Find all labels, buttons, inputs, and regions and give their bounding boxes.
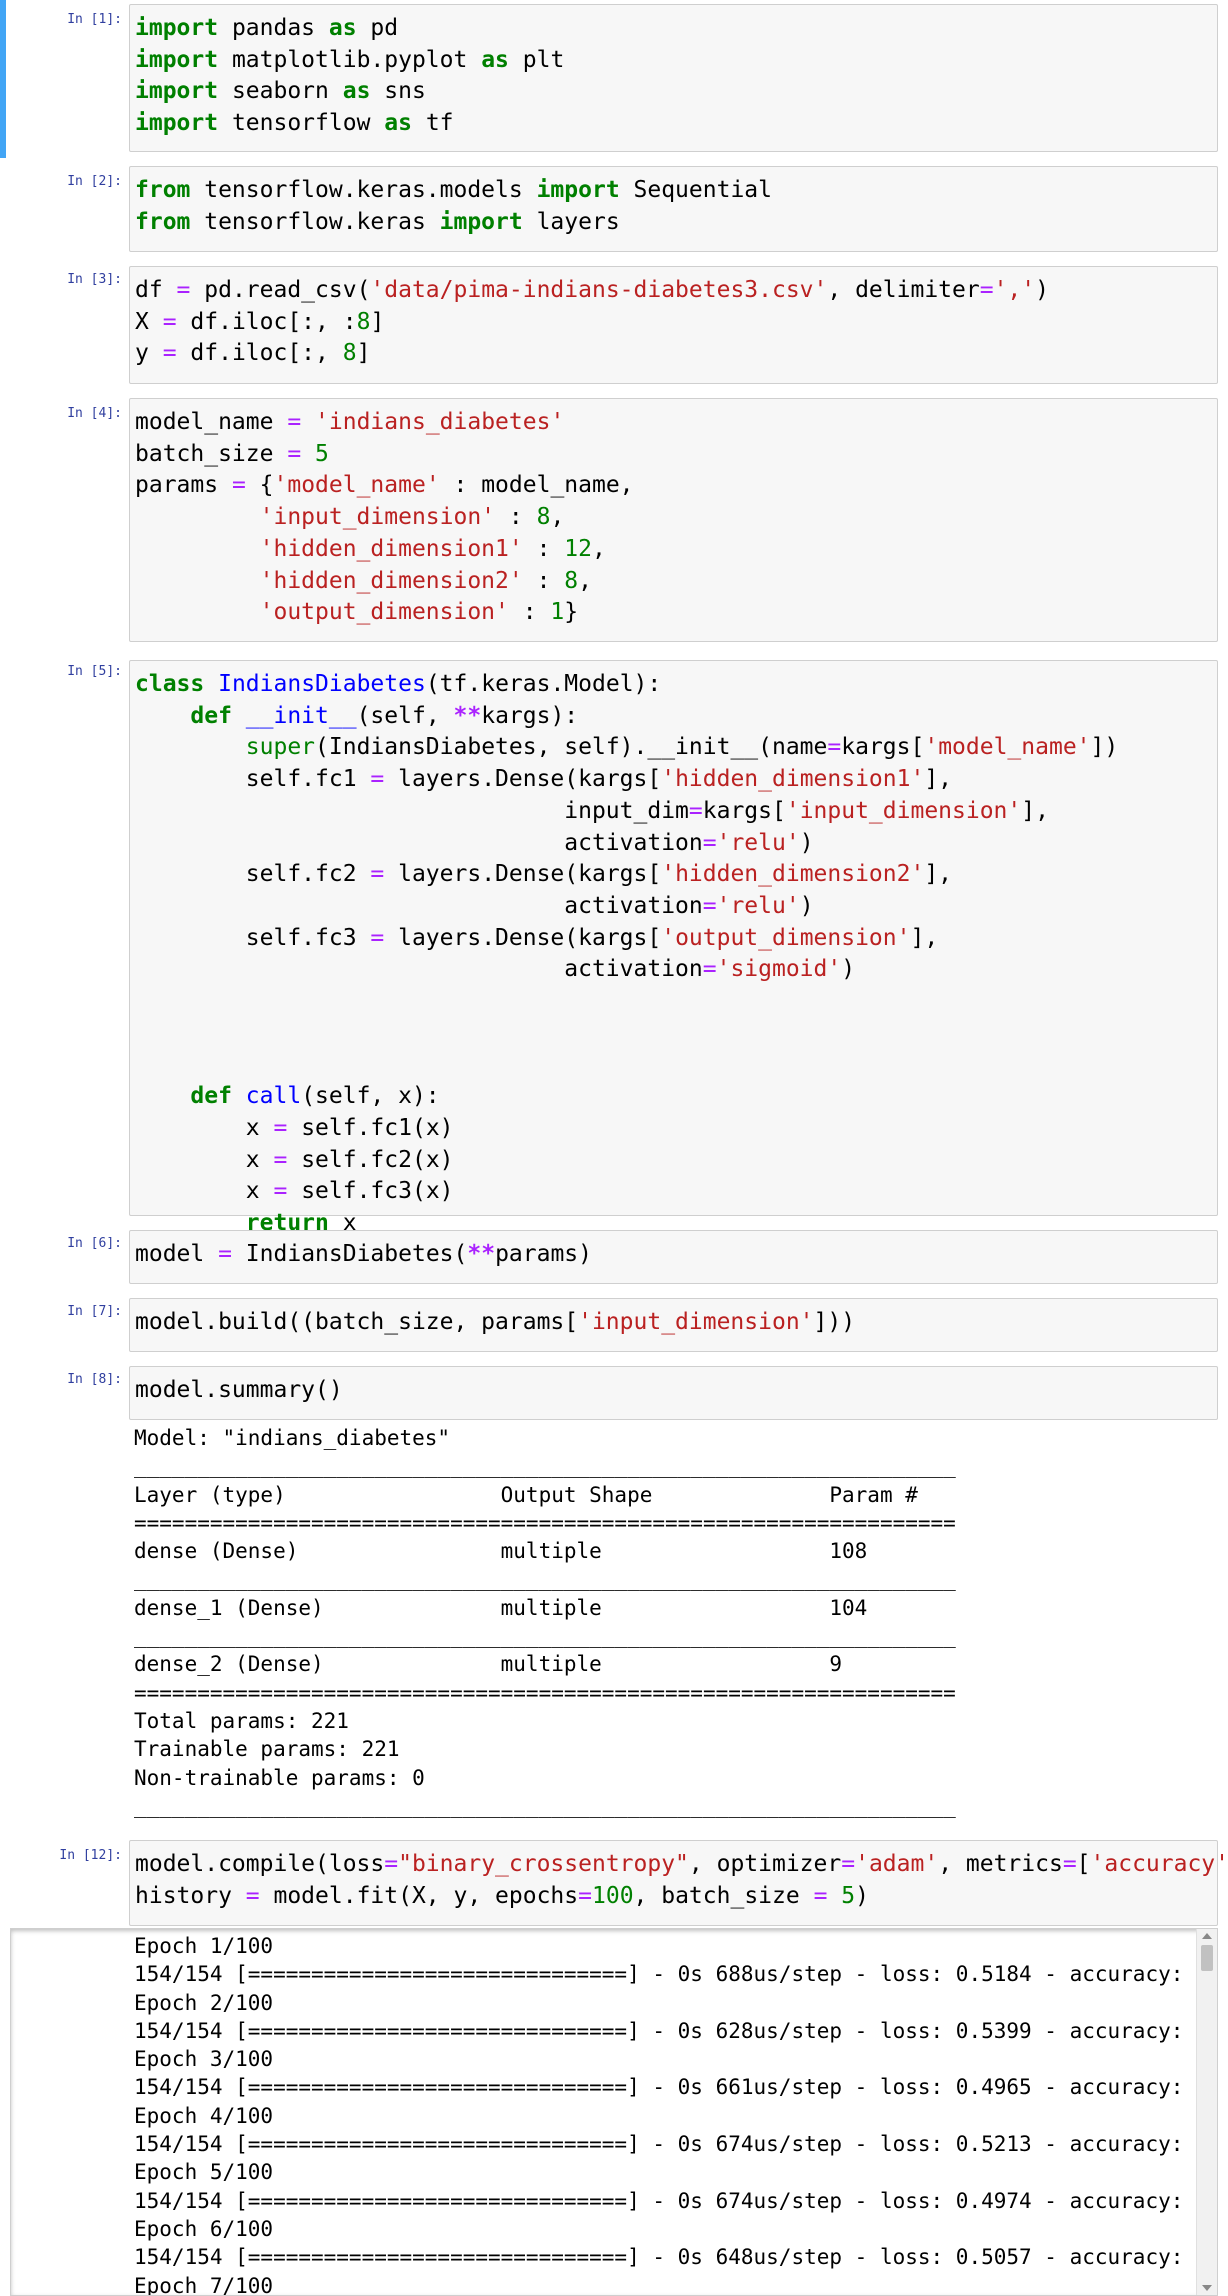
code-cell-5[interactable]: In [5]: class IndiansDiabetes(tf.keras.M… <box>0 656 1228 1236</box>
scroll-up-arrow-icon[interactable] <box>1202 1933 1212 1939</box>
cell-prompt: In [12]: <box>59 1848 122 1863</box>
code-input[interactable]: model.summary() <box>129 1366 1218 1420</box>
code-text: from tensorflow.keras.models import Sequ… <box>135 177 772 235</box>
cell-prompt: In [4]: <box>67 406 122 421</box>
scrollbar-thumb[interactable] <box>1201 1945 1213 1971</box>
code-cell-4[interactable]: In [4]: model_name = 'indians_diabetes' … <box>0 394 1228 644</box>
code-input[interactable]: import pandas as pd import matplotlib.py… <box>129 4 1218 152</box>
code-text: import pandas as pd import matplotlib.py… <box>135 15 565 137</box>
cell-prompt: In [6]: <box>67 1236 122 1251</box>
code-cell-2[interactable]: In [2]: from tensorflow.keras.models imp… <box>0 162 1228 254</box>
model-summary-output: Model: "indians_diabetes" ______________… <box>134 1426 956 1818</box>
code-input[interactable]: df = pd.read_csv('data/pima-indians-diab… <box>129 266 1218 384</box>
code-cell-6[interactable]: In [6]: model = IndiansDiabetes(**params… <box>0 1226 1228 1286</box>
code-cell-12[interactable]: In [12]: model.compile(loss="binary_cros… <box>0 1836 1228 1928</box>
code-text: model_name = 'indians_diabetes' batch_si… <box>135 409 634 626</box>
code-input[interactable]: from tensorflow.keras.models import Sequ… <box>129 166 1218 252</box>
code-cell-8[interactable]: In [8]: model.summary() Model: "indians_… <box>0 1362 1228 1822</box>
code-text: model.compile(loss="binary_crossentropy"… <box>135 1851 1228 1909</box>
cell-prompt: In [8]: <box>67 1372 122 1387</box>
code-input[interactable]: model.compile(loss="binary_crossentropy"… <box>129 1840 1228 1926</box>
training-log: Epoch 1/100 154/154 [===================… <box>134 1934 1217 2296</box>
cell-prompt: In [2]: <box>67 174 122 189</box>
code-text: model.build((batch_size, params['input_d… <box>135 1309 856 1335</box>
cell-prompt: In [5]: <box>67 664 122 679</box>
code-input[interactable]: model_name = 'indians_diabetes' batch_si… <box>129 398 1218 642</box>
code-cell-7[interactable]: In [7]: model.build((batch_size, params[… <box>0 1294 1228 1354</box>
cell-prompt: In [1]: <box>67 12 122 27</box>
code-text: model = IndiansDiabetes(**params) <box>135 1241 592 1267</box>
code-input[interactable]: model.build((batch_size, params['input_d… <box>129 1298 1218 1352</box>
cell-prompt: In [3]: <box>67 272 122 287</box>
code-cell-3[interactable]: In [3]: df = pd.read_csv('data/pima-indi… <box>0 262 1228 386</box>
code-text: df = pd.read_csv('data/pima-indians-diab… <box>135 277 1049 367</box>
code-text: model.summary() <box>135 1377 343 1403</box>
cell-prompt: In [7]: <box>67 1304 122 1319</box>
output-scrollbar[interactable] <box>1196 1929 1217 2295</box>
training-output-scroll-area[interactable]: Epoch 1/100 154/154 [===================… <box>10 1928 1218 2296</box>
code-cell-1[interactable]: In [1]: import pandas as pd import matpl… <box>0 0 1228 158</box>
scroll-down-arrow-icon[interactable] <box>1202 2285 1212 2291</box>
code-input[interactable]: class IndiansDiabetes(tf.keras.Model): d… <box>129 660 1218 1236</box>
code-input[interactable]: model = IndiansDiabetes(**params) <box>129 1230 1218 1284</box>
code-text: class IndiansDiabetes(tf.keras.Model): d… <box>135 671 1119 1236</box>
